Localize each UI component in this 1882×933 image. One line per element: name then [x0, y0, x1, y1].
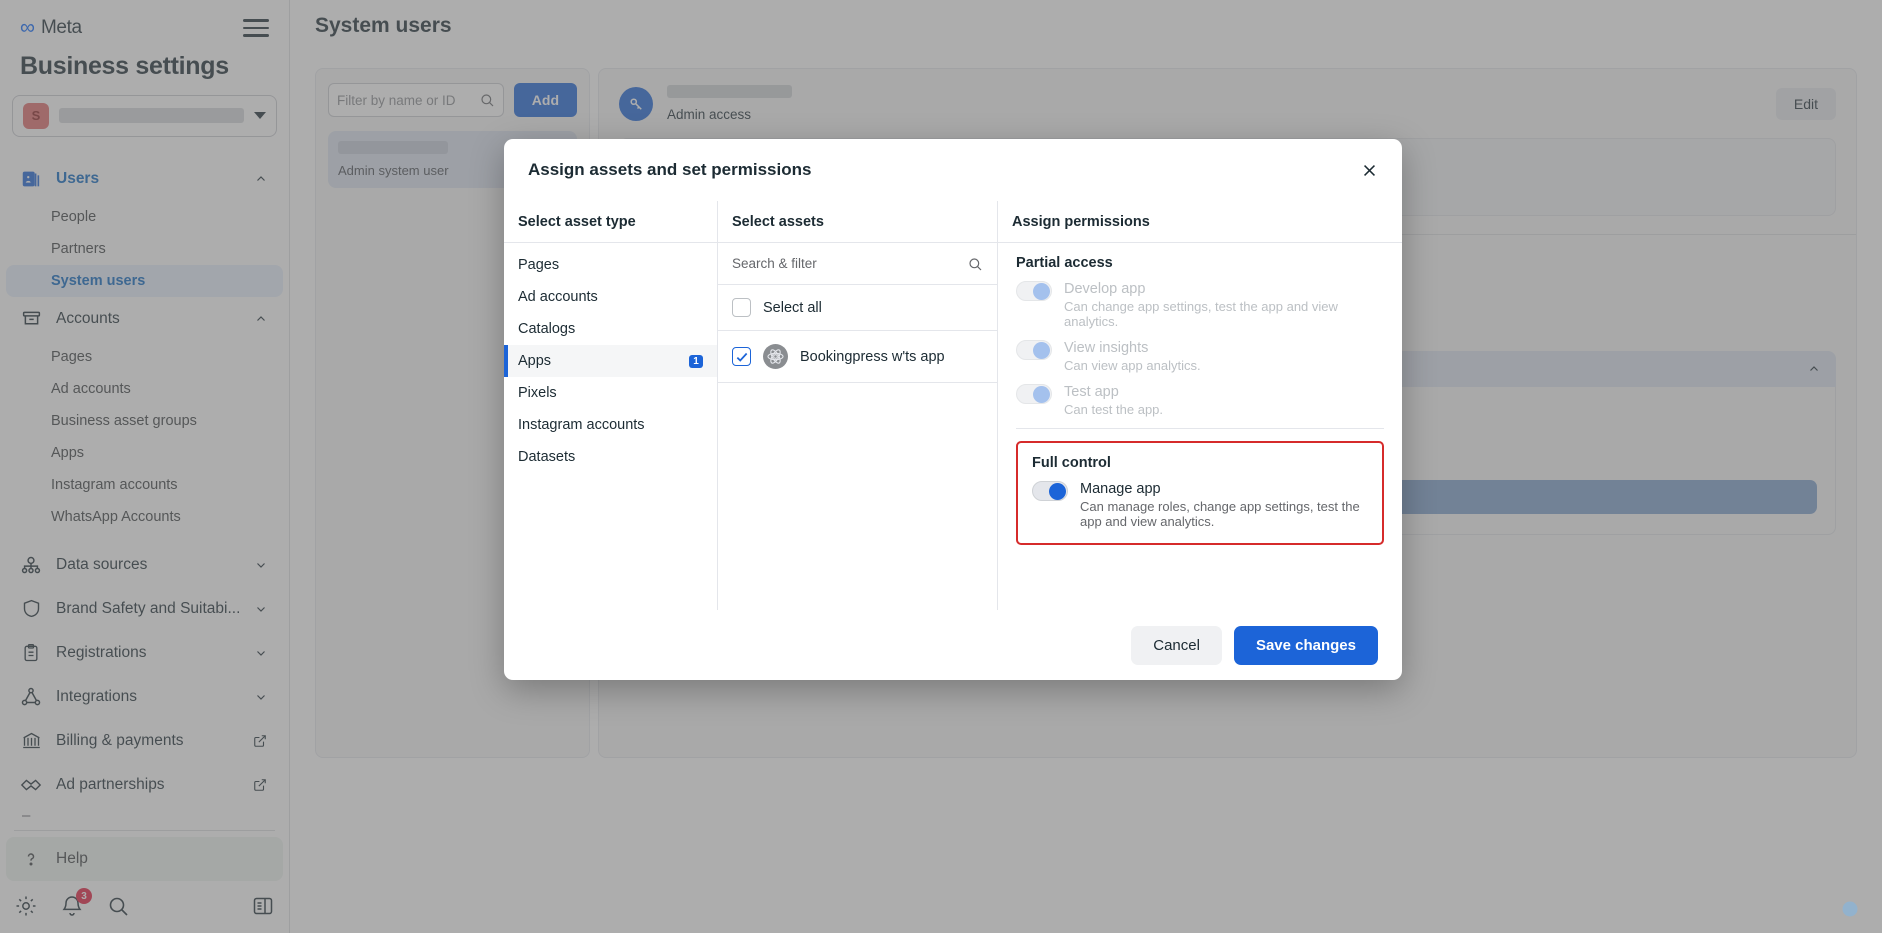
asset-type-column: Select asset type Pages Ad accounts Cata… [504, 201, 718, 610]
assign-assets-modal: Assign assets and set permissions Select… [504, 139, 1402, 680]
permission-test-app: Test app Can test the app. [1016, 384, 1384, 417]
modal-header: Assign assets and set permissions [504, 139, 1402, 201]
view-insights-name: View insights [1064, 340, 1201, 356]
asset-type-label: Catalogs [518, 321, 575, 337]
asset-type-apps[interactable]: Apps 1 [504, 345, 717, 377]
permission-manage-app: Manage app Can manage roles, change app … [1032, 481, 1368, 529]
develop-app-toggle[interactable] [1016, 281, 1052, 301]
cancel-button[interactable]: Cancel [1131, 626, 1222, 665]
asset-type-label: Instagram accounts [518, 417, 645, 433]
asset-type-datasets[interactable]: Datasets [504, 441, 717, 473]
permissions-scroll: Partial access Develop app Can change ap… [998, 243, 1402, 545]
select-all-row[interactable]: Select all [718, 285, 997, 331]
asset-search-input[interactable]: Search & filter [718, 243, 997, 285]
asset-search-placeholder: Search & filter [732, 256, 959, 271]
permission-view-insights: View insights Can view app analytics. [1016, 340, 1384, 373]
permissions-header: Assign permissions [998, 201, 1402, 243]
asset-type-header: Select asset type [504, 201, 717, 243]
develop-app-name: Develop app [1064, 281, 1384, 297]
asset-type-pixels[interactable]: Pixels [504, 377, 717, 409]
asset-type-label: Pages [518, 257, 559, 273]
test-app-texts: Test app Can test the app. [1064, 384, 1163, 417]
permissions-column: Assign permissions Partial access Develo… [998, 201, 1402, 610]
asset-type-instagram-accounts[interactable]: Instagram accounts [504, 409, 717, 441]
develop-app-texts: Develop app Can change app settings, tes… [1064, 281, 1384, 329]
search-icon [967, 256, 983, 272]
save-changes-button[interactable]: Save changes [1234, 626, 1378, 665]
view-insights-toggle[interactable] [1016, 340, 1052, 360]
asset-checkbox[interactable] [732, 347, 751, 366]
asset-type-pages[interactable]: Pages [504, 249, 717, 281]
asset-type-label: Datasets [518, 449, 575, 465]
close-icon[interactable] [1354, 155, 1384, 185]
manage-app-texts-modal: Manage app Can manage roles, change app … [1080, 481, 1368, 529]
select-all-checkbox[interactable] [732, 298, 751, 317]
manage-app-toggle-modal[interactable] [1032, 481, 1068, 501]
test-app-toggle[interactable] [1016, 384, 1052, 404]
full-control-highlight-box: Full control Manage app Can manage roles… [1016, 441, 1384, 545]
app-atom-icon [763, 344, 788, 369]
asset-type-count-badge: 1 [689, 355, 703, 368]
permission-develop-app: Develop app Can change app settings, tes… [1016, 281, 1384, 329]
modal-footer: Cancel Save changes [504, 610, 1402, 680]
assets-column: Select assets Search & filter Select all [718, 201, 998, 610]
asset-type-label: Ad accounts [518, 289, 598, 305]
test-app-name: Test app [1064, 384, 1163, 400]
check-icon [735, 350, 749, 364]
permissions-divider [1016, 428, 1384, 429]
test-app-desc: Can test the app. [1064, 402, 1163, 417]
modal-body: Select asset type Pages Ad accounts Cata… [504, 201, 1402, 610]
manage-app-desc-modal: Can manage roles, change app settings, t… [1080, 499, 1368, 529]
asset-type-label: Pixels [518, 385, 557, 401]
view-insights-desc: Can view app analytics. [1064, 358, 1201, 373]
select-all-label: Select all [763, 300, 822, 316]
modal-title: Assign assets and set permissions [528, 160, 811, 180]
asset-type-ad-accounts[interactable]: Ad accounts [504, 281, 717, 313]
cursor-pointer-icon [1840, 899, 1860, 919]
asset-type-catalogs[interactable]: Catalogs [504, 313, 717, 345]
manage-app-name-modal: Manage app [1080, 481, 1368, 497]
full-control-title: Full control [1032, 455, 1368, 471]
asset-list-item[interactable]: Bookingpress w'ts app [718, 331, 997, 383]
view-insights-texts: View insights Can view app analytics. [1064, 340, 1201, 373]
asset-type-label: Apps [518, 353, 551, 369]
asset-name: Bookingpress w'ts app [800, 349, 945, 365]
assets-header: Select assets [718, 201, 997, 243]
develop-app-desc: Can change app settings, test the app an… [1064, 299, 1384, 329]
partial-access-title: Partial access [1016, 255, 1384, 271]
